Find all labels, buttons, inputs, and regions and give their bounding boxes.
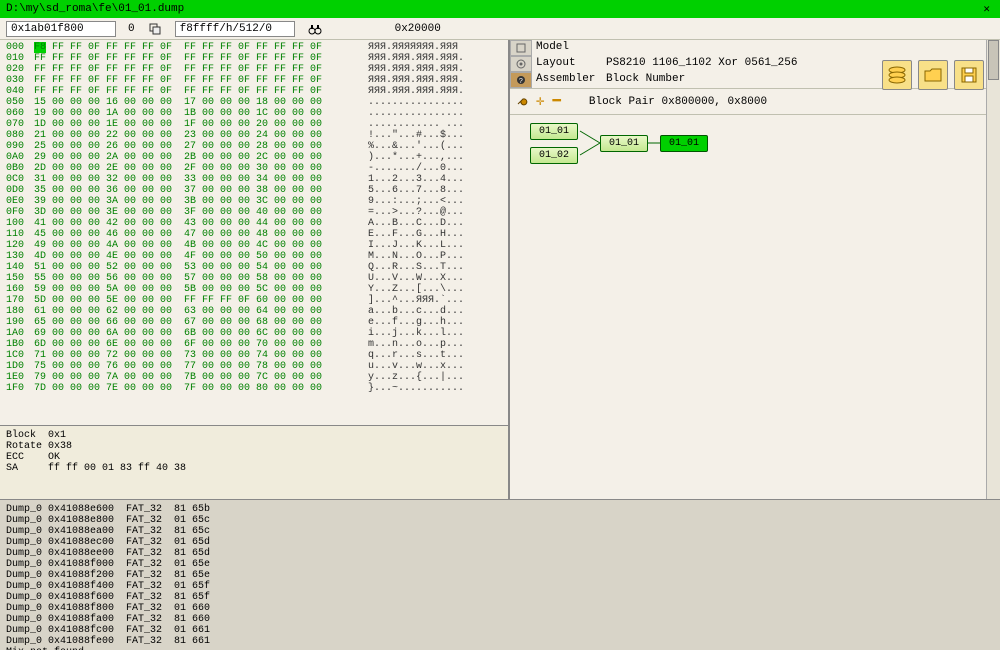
close-icon[interactable]: ✕ xyxy=(979,2,994,16)
layout-label: Layout xyxy=(532,56,602,72)
hex-row[interactable]: 12049 00 00 00 4A 00 00 00 4B 00 00 00 4… xyxy=(6,240,502,251)
block-pair-label: Block Pair 0x800000, 0x8000 xyxy=(589,96,767,108)
hex-row[interactable]: 09025 00 00 00 26 00 00 00 27 00 00 00 2… xyxy=(6,141,502,152)
plus-icon[interactable]: ✛ xyxy=(536,93,544,110)
window-title: D:\my\sd_roma\fe\01_01.dump xyxy=(6,3,184,15)
binoculars-icon[interactable] xyxy=(307,21,323,37)
copy-icon[interactable] xyxy=(147,21,163,37)
hex-info: Block 0x1 Rotate 0x38 ECC OK SA ff ff 00… xyxy=(0,425,508,499)
assembler-icon[interactable]: ? xyxy=(510,72,532,88)
minus-icon[interactable]: ━ xyxy=(552,93,560,110)
toolbar-zero: 0 xyxy=(128,23,135,35)
pattern-input[interactable] xyxy=(175,21,295,37)
graph-edges xyxy=(510,115,1000,499)
hex-row[interactable]: 06019 00 00 00 1A 00 00 00 1B 00 00 00 1… xyxy=(6,108,502,119)
hex-row[interactable]: 1D075 00 00 00 76 00 00 00 77 00 00 00 7… xyxy=(6,361,502,372)
hex-row[interactable]: 1C071 00 00 00 72 00 00 00 73 00 00 00 7… xyxy=(6,350,502,361)
hex-pane: 000F8 FF FF 0F FF FF FF 0F FF FF FF 0F F… xyxy=(0,40,510,499)
hex-row[interactable]: 040FF FF FF 0F FF FF FF 0F FF FF FF 0F F… xyxy=(6,86,502,97)
hex-row[interactable]: 010FF FF FF 0F FF FF FF 0F FF FF FF 0F F… xyxy=(6,53,502,64)
graph-node[interactable]: 01_02 xyxy=(530,147,578,164)
toolbar: 0 0x20000 xyxy=(0,18,1000,40)
right-pane: Model Layout PS8210 1106_1102 Xor 0561_2… xyxy=(510,40,1000,499)
title-bar: D:\my\sd_roma\fe\01_01.dump ✕ xyxy=(0,0,1000,18)
toolbar-value2: 0x20000 xyxy=(395,23,441,35)
wrench-icon[interactable] xyxy=(516,94,528,110)
graph-node[interactable]: 01_01 xyxy=(600,135,648,152)
hex-row[interactable]: 18061 00 00 00 62 00 00 00 63 00 00 00 6… xyxy=(6,306,502,317)
hex-content[interactable]: 000F8 FF FF 0F FF FF FF 0F FF FF FF 0F F… xyxy=(0,40,508,396)
hex-row[interactable]: 0D035 00 00 00 36 00 00 00 37 00 00 00 3… xyxy=(6,185,502,196)
hex-row[interactable]: 0F03D 00 00 00 3E 00 00 00 3F 00 00 00 4… xyxy=(6,207,502,218)
hex-row[interactable]: 1B06D 00 00 00 6E 00 00 00 6F 00 00 00 7… xyxy=(6,339,502,350)
hex-row[interactable]: 19065 00 00 00 66 00 00 00 67 00 00 00 6… xyxy=(6,317,502,328)
address-input[interactable] xyxy=(6,21,116,37)
save-icon[interactable] xyxy=(954,60,984,90)
hex-row[interactable]: 0701D 00 00 00 1E 00 00 00 1F 00 00 00 2… xyxy=(6,119,502,130)
disk-stack-icon[interactable] xyxy=(882,60,912,90)
hex-row[interactable]: 0E039 00 00 00 3A 00 00 00 3B 00 00 00 3… xyxy=(6,196,502,207)
hex-row[interactable]: 15055 00 00 00 56 00 00 00 57 00 00 00 5… xyxy=(6,273,502,284)
sub-toolbar: ✛ ━ Block Pair 0x800000, 0x8000 xyxy=(510,89,1000,115)
hex-row[interactable]: 05015 00 00 00 16 00 00 00 17 00 00 00 1… xyxy=(6,97,502,108)
graph-node-selected[interactable]: 01_01 xyxy=(660,135,708,152)
layout-icon[interactable] xyxy=(510,56,532,72)
assembler-label: Assembler xyxy=(532,72,602,88)
model-icon[interactable] xyxy=(510,40,532,56)
hex-row[interactable]: 08021 00 00 00 22 00 00 00 23 00 00 00 2… xyxy=(6,130,502,141)
hex-row[interactable]: 16059 00 00 00 5A 00 00 00 5B 00 00 00 5… xyxy=(6,284,502,295)
hex-row[interactable]: 1F07D 00 00 00 7E 00 00 00 7F 00 00 00 8… xyxy=(6,383,502,394)
hex-row[interactable]: 1E079 00 00 00 7A 00 00 00 7B 00 00 00 7… xyxy=(6,372,502,383)
graph-node[interactable]: 01_01 xyxy=(530,123,578,140)
model-value[interactable] xyxy=(602,40,1000,56)
hex-row[interactable]: 14051 00 00 00 52 00 00 00 53 00 00 00 5… xyxy=(6,262,502,273)
block-graph[interactable]: 01_01 01_02 01_01 01_01 xyxy=(510,115,1000,499)
hex-row[interactable]: 1A069 00 00 00 6A 00 00 00 6B 00 00 00 6… xyxy=(6,328,502,339)
hex-row[interactable]: 020FF FF FF 0F FF FF FF 0F FF FF FF 0F F… xyxy=(6,64,502,75)
hex-row[interactable]: 1304D 00 00 00 4E 00 00 00 4F 00 00 00 5… xyxy=(6,251,502,262)
hex-row[interactable]: 0B02D 00 00 00 2E 00 00 00 2F 00 00 00 3… xyxy=(6,163,502,174)
log-pane[interactable]: Dump_0 0x41088e600 FAT_32 81 65b Dump_0 … xyxy=(0,500,1000,650)
hex-row[interactable]: 1705D 00 00 00 5E 00 00 00 FF FF FF 0F 6… xyxy=(6,295,502,306)
hex-row[interactable]: 11045 00 00 00 46 00 00 00 47 00 00 00 4… xyxy=(6,229,502,240)
right-scrollbar[interactable] xyxy=(986,40,1000,499)
model-label: Model xyxy=(532,40,602,56)
hex-row[interactable]: 10041 00 00 00 42 00 00 00 43 00 00 00 4… xyxy=(6,218,502,229)
hex-row[interactable]: 0A029 00 00 00 2A 00 00 00 2B 00 00 00 2… xyxy=(6,152,502,163)
svg-text:?: ? xyxy=(519,78,523,85)
hex-row[interactable]: 0C031 00 00 00 32 00 00 00 33 00 00 00 3… xyxy=(6,174,502,185)
hex-scrollbar[interactable]: 000F8 FF FF 0F FF FF FF 0F FF FF FF 0F F… xyxy=(0,40,508,425)
hex-row[interactable]: 000F8 FF FF 0F FF FF FF 0F FF FF FF 0F F… xyxy=(6,42,502,53)
folder-icon[interactable] xyxy=(918,60,948,90)
hex-row[interactable]: 030FF FF FF 0F FF FF FF 0F FF FF FF 0F F… xyxy=(6,75,502,86)
